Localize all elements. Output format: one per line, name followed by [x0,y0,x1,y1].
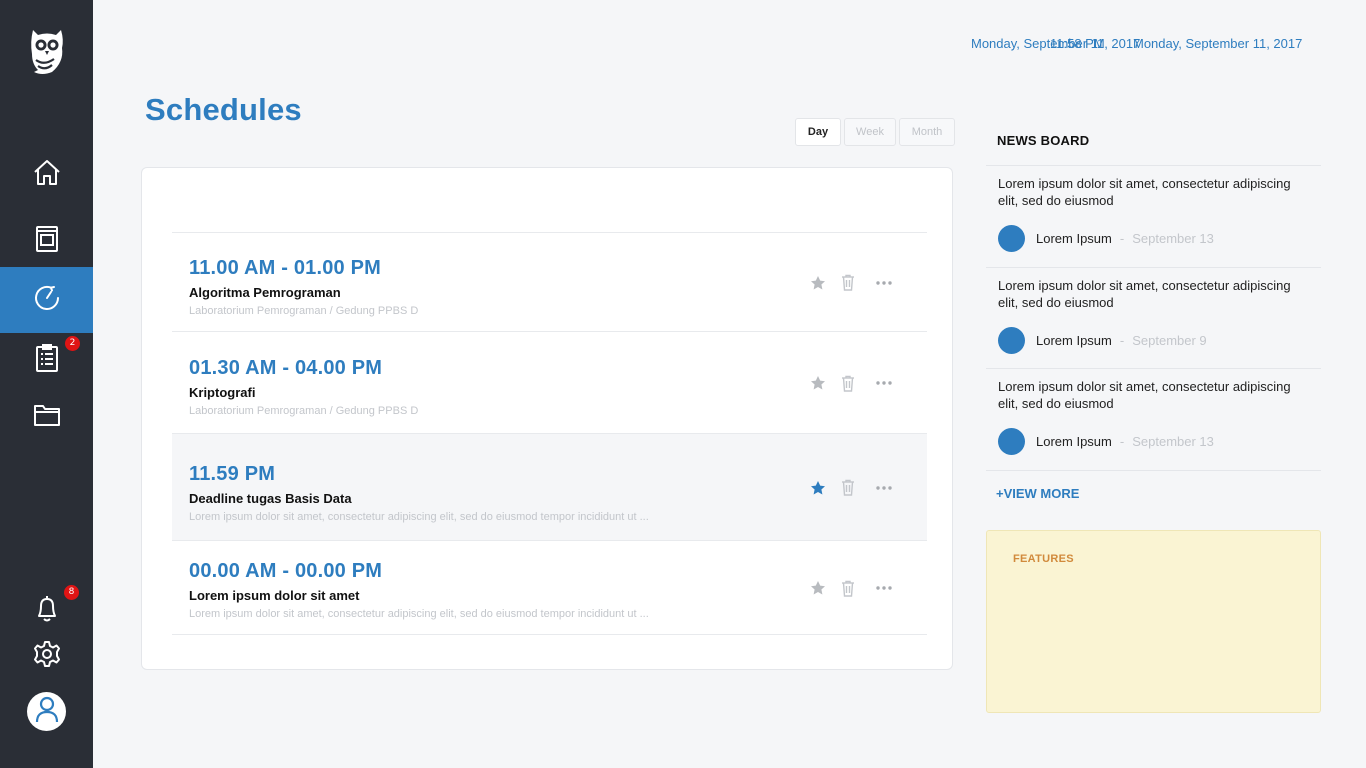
news-text: Lorem ipsum dolor sit amet, consectetur … [998,176,1291,208]
sidebar-item-files[interactable] [0,384,93,450]
trash-icon[interactable] [833,372,863,394]
header-date-right: Monday, September 11, 2017 [1133,36,1303,51]
schedule-item[interactable]: 01.30 AM - 04.00 PM Kriptografi Laboratori… [172,332,927,434]
news-item[interactable]: Lorem ipsum dolor sit amet, consectetur … [986,268,1321,369]
sidebar: 2 8 [0,0,93,768]
news-author: Lorem Ipsum [1036,231,1112,246]
schedule-item[interactable]: 11.00 AM - 01.00 PM Algoritma Pemrograman… [172,233,927,332]
more-options-icon[interactable] [863,477,905,499]
news-meta: Lorem Ipsum - September 9 [998,326,1309,354]
schedule-list: 11.00 AM - 01.00 PM Algoritma Pemrograman… [172,232,927,635]
news-author: Lorem Ipsum [1036,332,1112,348]
news-separator: - [1119,231,1125,246]
more-options-icon[interactable] [863,372,905,394]
news-text: Lorem ipsum dolor sit amet, consectetur … [998,379,1291,411]
view-day-button[interactable]: Day [795,118,841,146]
news-author: Lorem Ipsum [1036,434,1112,449]
news-separator: - [1119,332,1125,348]
sidebar-item-schedules[interactable] [0,267,93,333]
schedule-subtitle: Lorem ipsum dolor sit amet, consectetur … [189,511,649,523]
trash-icon[interactable] [833,477,863,499]
tasks-badge: 2 [65,336,80,351]
schedule-subtitle: Lorem ipsum dolor sit amet, consectetur … [189,608,649,620]
schedule-item[interactable]: 11.59 PM Deadline tugas Basis Data Lorem i… [172,434,927,541]
schedule-card: 11.00 AM - 01.00 PM Algoritma Pemrograman… [141,167,953,670]
header-time: 11:58 PM [1050,36,1105,51]
more-options-icon[interactable] [863,272,905,294]
more-options-icon[interactable] [863,577,905,599]
news-date: September 13 [1132,434,1214,449]
home-icon [32,158,62,193]
book-icon [32,224,62,259]
view-week-button[interactable]: Week [844,118,896,146]
star-icon[interactable] [803,372,833,394]
news-item[interactable]: Lorem ipsum dolor sit amet, consectetur … [986,166,1321,268]
star-icon[interactable] [803,577,833,599]
gear-icon [32,639,62,674]
trash-icon[interactable] [833,272,863,294]
news-separator: - [1119,434,1125,449]
user-icon [32,694,62,729]
page-title: Schedules [145,92,302,127]
schedule-subtitle: Laboratorium Pemrograman / Gedung PPBS D [189,405,419,417]
author-avatar [998,225,1025,252]
sidebar-item-settings[interactable] [0,623,93,689]
view-month-button[interactable]: Month [899,118,955,146]
star-icon[interactable] [803,272,833,294]
author-avatar [998,326,1025,354]
view-more-link[interactable]: +VIEW MORE [996,486,1079,501]
avatar[interactable] [27,692,66,731]
view-switch: Day Week Month [795,118,955,146]
notifications-badge: 8 [64,585,79,600]
clock-icon [32,283,62,318]
schedule-actions [803,272,905,294]
news-meta: Lorem Ipsum - September 13 [998,225,1309,252]
schedule-subtitle: Laboratorium Pemrograman / Gedung PPBS D [189,305,419,317]
sidebar-item-home[interactable] [0,142,93,208]
news-text: Lorem ipsum dolor sit amet, consectetur … [998,277,1291,310]
news-list: Lorem ipsum dolor sit amet, consectetur … [986,165,1321,471]
star-icon[interactable] [803,477,833,499]
sidebar-item-courses[interactable] [0,208,93,274]
trash-icon[interactable] [833,577,863,599]
features-panel: FEATURES [986,530,1321,713]
news-item[interactable]: Lorem ipsum dolor sit amet, consectetur … [986,369,1321,471]
news-date: September 13 [1132,231,1214,246]
schedule-actions [803,477,905,499]
author-avatar [998,428,1025,455]
owl-logo-icon[interactable] [28,26,66,78]
news-meta: Lorem Ipsum - September 13 [998,428,1309,455]
news-date: September 9 [1132,332,1207,348]
features-title: FEATURES [1013,553,1074,565]
schedule-actions [803,577,905,599]
schedule-item[interactable]: 00.00 AM - 00.00 PM Lorem ipsum dolor sit… [172,541,927,635]
header-datetime: Monday, September 11, 2017 11:58 PM Mond… [960,36,1320,54]
schedule-actions [803,372,905,394]
folder-icon [32,400,62,435]
clipboard-icon [32,343,62,378]
news-board-title: NEWS BOARD [997,133,1090,148]
